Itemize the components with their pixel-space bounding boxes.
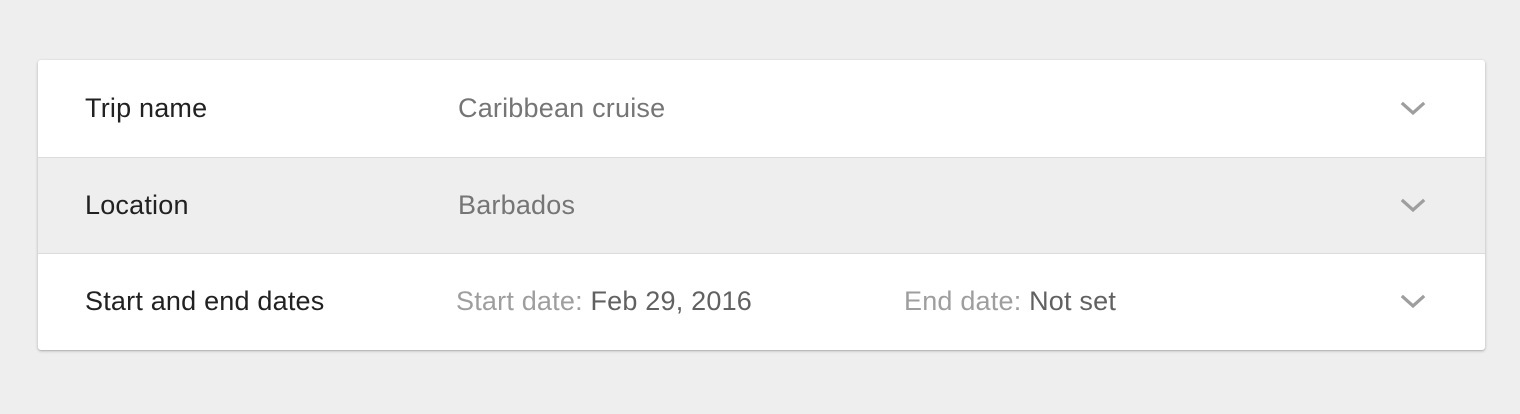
dates-label: Start and end dates [85,286,325,316]
location-value: Barbados [458,190,576,220]
chevron-down-icon[interactable] [1398,287,1428,317]
trip-settings-panel: Trip name Caribbean cruise Location Barb… [38,60,1485,350]
end-date-caption: End date: [904,286,1022,316]
end-date-value: Not set [1029,286,1117,316]
location-row[interactable]: Location Barbados [38,157,1485,253]
end-date: End date: Not set [904,286,1116,317]
location-label: Location [85,190,189,220]
dates-row[interactable]: Start and end dates Start date: Feb 29, … [38,253,1485,349]
trip-name-label: Trip name [85,93,208,123]
start-date-caption: Start date: [456,286,583,316]
trip-name-value: Caribbean cruise [458,93,666,123]
chevron-down-icon[interactable] [1398,191,1428,221]
start-date: Start date: Feb 29, 2016 [456,286,752,317]
trip-name-row[interactable]: Trip name Caribbean cruise [38,60,1485,157]
chevron-down-icon[interactable] [1398,94,1428,124]
start-date-value: Feb 29, 2016 [590,286,753,316]
